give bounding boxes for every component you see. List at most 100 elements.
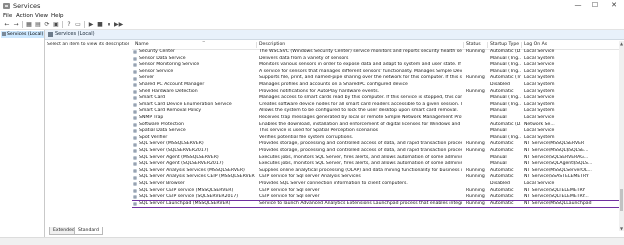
vertical-scrollbar[interactable]: ▲ ▼ <box>619 41 624 231</box>
column-divider[interactable] <box>463 42 464 48</box>
back-icon[interactable]: ← <box>3 21 11 28</box>
refresh-icon[interactable]: ⟳ <box>43 21 51 28</box>
service-gear-icon <box>133 168 137 173</box>
service-row[interactable]: Security Center The WSCSVC (Windows Secur… <box>132 49 624 56</box>
service-description: Provides notifications for AutoPlay hard… <box>259 88 380 94</box>
start-service-icon[interactable]: ▶ <box>87 21 95 28</box>
column-header-description[interactable]: Description <box>259 41 285 49</box>
menu-help[interactable]: Help <box>51 12 64 20</box>
service-row[interactable]: Spatial Data Service This service is used… <box>132 128 624 135</box>
service-name: Software Protection <box>139 121 184 127</box>
forward-icon[interactable]: → <box>12 21 20 28</box>
service-log-on-as: Local Service <box>524 49 555 54</box>
service-status: Running <box>466 174 485 180</box>
service-startup-type: Manual <box>490 128 507 134</box>
scroll-thumb[interactable] <box>620 189 623 211</box>
service-row[interactable]: SQL Server Analysis Services (MSSQLSERVE… <box>132 168 624 175</box>
service-row[interactable]: SQL Server Agent (SQLSERVER2017) Executes… <box>132 161 624 168</box>
service-description: Manages profiles and accounts on a Share… <box>259 82 408 87</box>
services-app-icon <box>3 3 10 9</box>
service-status: Running <box>466 167 485 173</box>
service-startup-type: Disabled <box>490 181 510 186</box>
scroll-up-icon[interactable]: ▲ <box>619 41 624 46</box>
service-status: Running <box>466 194 485 200</box>
column-divider[interactable] <box>256 42 257 48</box>
service-name: SQL Server CEIP service (SQLSERVER2017) <box>139 194 239 200</box>
service-log-on-as: NT Service\SQLAgent$SQLS... <box>524 161 593 167</box>
service-log-on-as: NT Service\MSSQLLaunchpad <box>524 200 592 206</box>
service-name: Spatial Data Service <box>139 128 186 134</box>
highlighted-service-row[interactable]: SQL Server Launchpad (MSSQLSERVER) Servic… <box>132 199 624 209</box>
toolbar-separator <box>84 21 85 28</box>
service-gear-icon <box>133 69 137 74</box>
service-log-on-as: Local System <box>524 134 555 140</box>
close-button[interactable]: ✕ <box>607 0 621 11</box>
maximize-button[interactable]: ☐ <box>588 0 602 11</box>
menu-view[interactable]: View <box>35 12 48 20</box>
service-startup-type: Manual (Trig... <box>490 68 521 74</box>
service-description: Supplies online analytical processing (O… <box>259 167 462 173</box>
service-row[interactable]: SQL Server CEIP service (MSSQLSERVER) CEI… <box>132 188 624 195</box>
show-hide-tree-icon[interactable]: ▦ <box>25 21 33 28</box>
toolbar-separator <box>62 21 63 28</box>
menu-action[interactable]: Action <box>16 12 33 20</box>
service-description: Provides SQL Server connection informati… <box>259 181 408 186</box>
properties-icon[interactable]: ▭ <box>74 21 82 28</box>
service-rows: Security Center The WSCSVC (Windows Secur… <box>132 49 624 231</box>
service-gear-icon <box>133 195 137 200</box>
service-startup-type: Manual (Trig... <box>490 134 521 140</box>
service-row[interactable]: Spot Verifier Verifies potential file sys… <box>132 135 624 142</box>
service-log-on-as: Local Service <box>524 181 555 186</box>
service-row[interactable]: Software Protection Enables the download,… <box>132 122 624 129</box>
service-gear-icon <box>133 89 137 94</box>
service-name: Sensor Data Service <box>139 55 186 61</box>
column-divider[interactable] <box>487 42 488 48</box>
stop-service-icon[interactable]: ■ <box>96 21 104 28</box>
minimize-button[interactable]: — <box>571 0 585 11</box>
service-startup-type: Automatic <box>490 200 514 206</box>
pause-service-icon[interactable]: ⏸ <box>105 21 113 28</box>
service-gear-icon <box>133 129 137 134</box>
help-icon[interactable]: ? <box>65 21 73 28</box>
tab-standard[interactable]: Standard <box>74 227 103 235</box>
service-row[interactable]: SNMP Trap Receives trap messages generate… <box>132 115 624 122</box>
service-row[interactable]: Shell Hardware Detection Provides notific… <box>132 89 624 96</box>
restart-service-icon[interactable]: ▶▶ <box>114 21 123 28</box>
column-header-startup-type[interactable]: Startup Type <box>490 41 519 49</box>
service-row[interactable]: SQL Server CEIP service (SQLSERVER2017) C… <box>132 194 624 201</box>
service-description: Monitors various sensors in order to exp… <box>259 62 462 68</box>
service-gear-icon <box>133 50 137 55</box>
column-header-status[interactable]: Status <box>466 41 481 49</box>
service-row[interactable]: SQL Server Analysis Services CEIP (MSSQL… <box>132 174 624 181</box>
tree-item-services-local[interactable]: Services (Local) <box>1 31 44 38</box>
service-description: Manages access to smart cards read by th… <box>259 95 462 101</box>
service-row[interactable]: SQL Server Agent (MSSQLSERVER) Executes j… <box>132 155 624 162</box>
service-row[interactable]: Shared PC Account Manager Manages profile… <box>132 82 624 89</box>
service-gear-icon <box>133 56 137 61</box>
service-row[interactable]: Smart Card Removal Policy Allows the syst… <box>132 108 624 115</box>
list-view-icon[interactable]: ▤ <box>34 21 42 28</box>
service-startup-type: Automatic <box>490 174 514 180</box>
menu-file[interactable]: File <box>3 12 12 20</box>
service-row[interactable]: Smart Card Device Enumeration Service Cre… <box>132 102 624 109</box>
column-header-log-on-as[interactable]: Log On As <box>524 41 547 49</box>
export-list-icon[interactable]: ▣ <box>52 21 60 28</box>
service-status: Running <box>466 148 485 153</box>
service-row[interactable]: Sensor Monitoring Service Monitors variou… <box>132 62 624 69</box>
service-log-on-as: Local System <box>524 75 555 81</box>
description-panel: Select an item to view its description. <box>47 42 129 47</box>
service-name: Sensor Service <box>139 68 174 74</box>
service-log-on-as: NT Service\MSSQL$SQLSE... <box>524 148 589 153</box>
service-row[interactable]: SQL Server Browser Provides SQL Server co… <box>132 181 624 188</box>
service-row[interactable]: Server Supports file, print, and named-pi… <box>132 75 624 82</box>
service-row[interactable]: Sensor Service A service for sensors that… <box>132 69 624 76</box>
service-row[interactable]: SQL Server (MSSQLSERVER) Provides storage… <box>132 141 624 148</box>
service-gear-icon <box>133 116 137 121</box>
service-status: Running <box>466 187 485 193</box>
service-gear-icon <box>133 96 137 101</box>
service-row[interactable]: SQL Server (SQLSERVER2017) Provides stora… <box>132 148 624 155</box>
service-row[interactable]: Smart Card Manages access to smart cards … <box>132 95 624 102</box>
column-divider[interactable] <box>521 42 522 48</box>
column-header-name[interactable]: Name <box>135 41 149 49</box>
service-row[interactable]: Sensor Data Service Delivers data from a … <box>132 56 624 63</box>
